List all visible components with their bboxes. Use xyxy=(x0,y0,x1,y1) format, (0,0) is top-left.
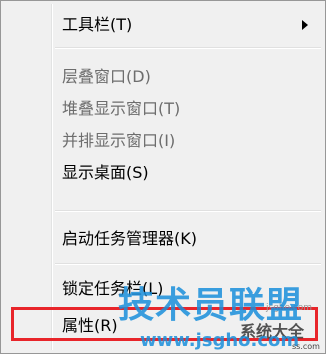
menu-item-show-desktop[interactable]: 显示桌面(S) xyxy=(4,157,322,189)
menu-item-toolbars[interactable]: 工具栏(T) xyxy=(4,9,322,41)
menu-item-label: 层叠窗口(D) xyxy=(62,67,151,86)
menu-item-label: 启动任务管理器(K) xyxy=(62,229,197,248)
watermark-url: www.jsgho.com xyxy=(140,330,300,351)
menu-separator xyxy=(55,47,321,49)
menu-item-show-windows-side-by-side[interactable]: 并排显示窗口(I) xyxy=(4,125,322,157)
menu-item-label: 堆叠显示窗口(T) xyxy=(62,99,181,118)
menu-separator xyxy=(55,210,321,212)
submenu-arrow-icon xyxy=(302,20,308,30)
menu-separator xyxy=(55,263,321,265)
menu-item-label: 并排显示窗口(I) xyxy=(62,131,176,150)
menu-item-show-windows-stacked[interactable]: 堆叠显示窗口(T) xyxy=(4,93,322,125)
menu-item-start-task-manager[interactable]: 启动任务管理器(K) xyxy=(4,223,322,255)
menu-item-label: 显示桌面(S) xyxy=(62,163,149,182)
menu-item-cascade-windows[interactable]: 层叠窗口(D) xyxy=(4,61,322,93)
watermark-corner-text: ss.com xyxy=(292,342,320,351)
menu-item-label: 工具栏(T) xyxy=(62,15,133,34)
